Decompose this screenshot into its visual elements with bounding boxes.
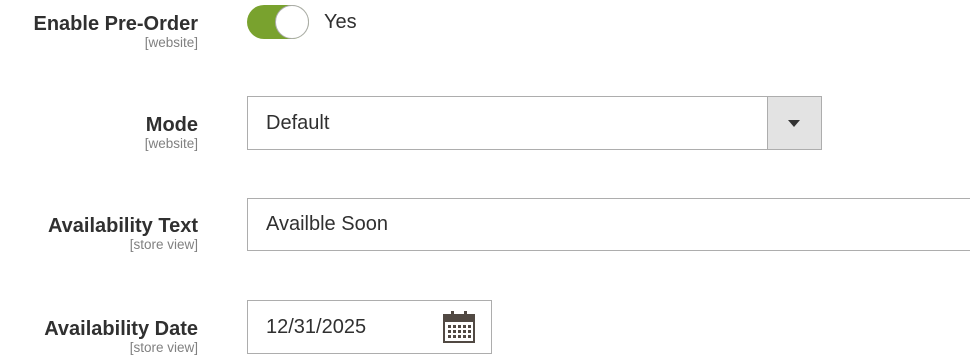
availability-date-label: Availability Date: [44, 318, 198, 340]
enable-preorder-scope: [website]: [144, 35, 198, 50]
enable-preorder-label: Enable Pre-Order: [33, 13, 198, 35]
mode-select-dropdown-button[interactable]: [767, 97, 821, 149]
mode-label: Mode: [145, 114, 198, 136]
availability-text-label-group: Availability Text [store view]: [0, 214, 198, 252]
mode-select-value: Default: [266, 112, 330, 134]
availability-date-input[interactable]: [248, 301, 464, 353]
mode-select[interactable]: Default: [247, 96, 822, 150]
calendar-icon[interactable]: [442, 310, 476, 344]
availability-date-field[interactable]: [247, 300, 492, 354]
availability-text-input[interactable]: [247, 198, 970, 251]
mode-scope: [website]: [144, 136, 198, 151]
chevron-down-icon: [788, 120, 800, 127]
mode-label-group: Mode [website]: [0, 113, 198, 151]
availability-text-label: Availability Text: [47, 215, 198, 237]
enable-preorder-toggle[interactable]: [247, 5, 309, 39]
enable-preorder-label-group: Enable Pre-Order [website]: [0, 12, 198, 50]
enable-preorder-state-text: Yes: [324, 11, 357, 33]
toggle-knob: [275, 5, 309, 39]
availability-text-scope: [store view]: [129, 237, 198, 252]
availability-date-scope: [store view]: [129, 340, 198, 355]
availability-date-label-group: Availability Date [store view]: [0, 317, 198, 355]
